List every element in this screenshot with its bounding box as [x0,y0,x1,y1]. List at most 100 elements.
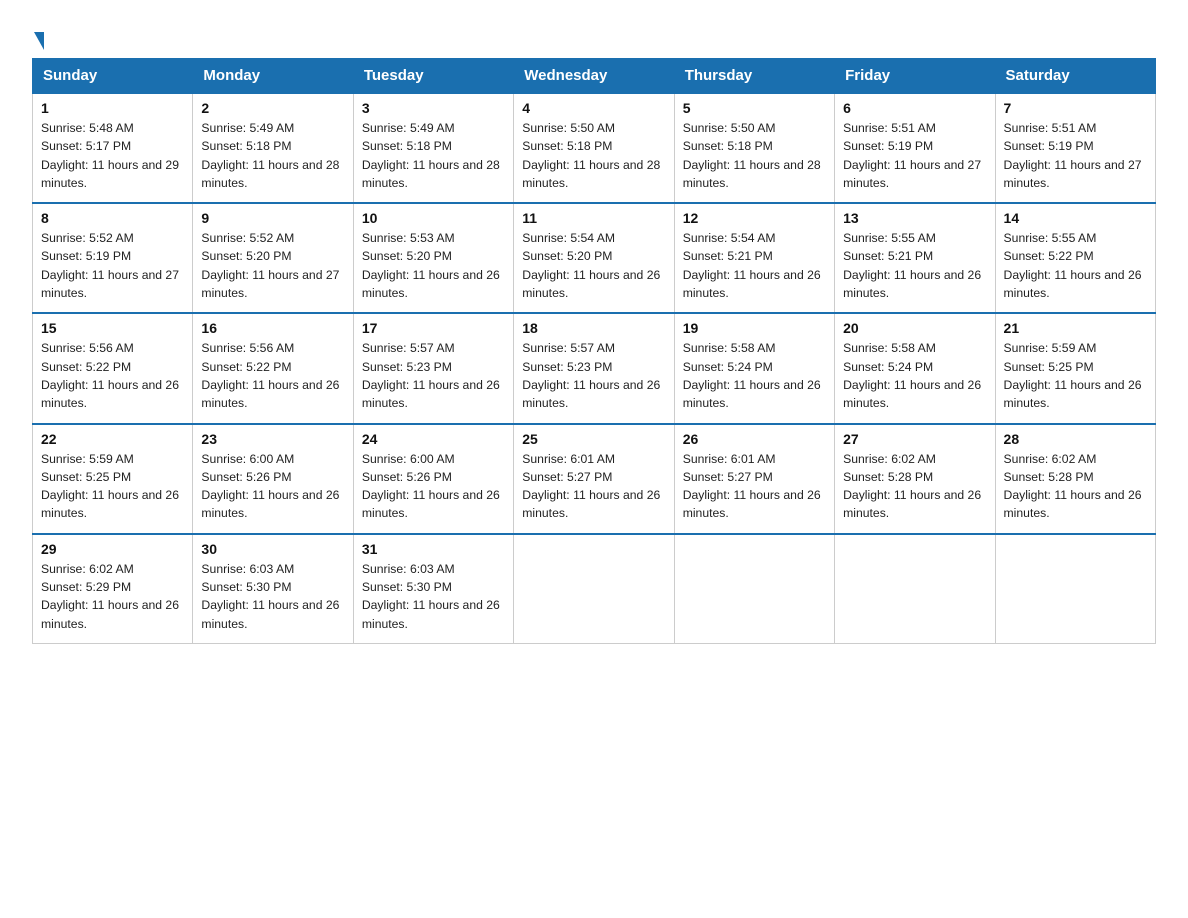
day-info: Sunrise: 6:03 AMSunset: 5:30 PMDaylight:… [362,562,500,631]
day-info: Sunrise: 5:57 AMSunset: 5:23 PMDaylight:… [362,341,500,410]
day-info: Sunrise: 5:51 AMSunset: 5:19 PMDaylight:… [843,121,981,190]
day-number: 26 [683,431,826,447]
day-number: 8 [41,210,184,226]
day-info: Sunrise: 5:56 AMSunset: 5:22 PMDaylight:… [41,341,179,410]
day-number: 12 [683,210,826,226]
day-number: 30 [201,541,344,557]
day-info: Sunrise: 6:01 AMSunset: 5:27 PMDaylight:… [522,452,660,521]
day-info: Sunrise: 6:02 AMSunset: 5:29 PMDaylight:… [41,562,179,631]
calendar-cell: 15 Sunrise: 5:56 AMSunset: 5:22 PMDaylig… [33,313,193,423]
day-number: 5 [683,100,826,116]
day-number: 16 [201,320,344,336]
calendar-week-row: 1 Sunrise: 5:48 AMSunset: 5:17 PMDayligh… [33,93,1156,203]
calendar-cell: 11 Sunrise: 5:54 AMSunset: 5:20 PMDaylig… [514,203,674,313]
calendar-cell: 31 Sunrise: 6:03 AMSunset: 5:30 PMDaylig… [353,534,513,644]
day-number: 9 [201,210,344,226]
day-info: Sunrise: 6:02 AMSunset: 5:28 PMDaylight:… [843,452,981,521]
day-info: Sunrise: 6:01 AMSunset: 5:27 PMDaylight:… [683,452,821,521]
day-info: Sunrise: 5:49 AMSunset: 5:18 PMDaylight:… [362,121,500,190]
day-info: Sunrise: 5:58 AMSunset: 5:24 PMDaylight:… [843,341,981,410]
calendar-cell [835,534,995,644]
day-info: Sunrise: 6:00 AMSunset: 5:26 PMDaylight:… [362,452,500,521]
day-info: Sunrise: 6:00 AMSunset: 5:26 PMDaylight:… [201,452,339,521]
calendar-cell: 30 Sunrise: 6:03 AMSunset: 5:30 PMDaylig… [193,534,353,644]
day-info: Sunrise: 5:54 AMSunset: 5:21 PMDaylight:… [683,231,821,300]
day-number: 7 [1004,100,1147,116]
calendar-cell: 24 Sunrise: 6:00 AMSunset: 5:26 PMDaylig… [353,424,513,534]
calendar-cell: 8 Sunrise: 5:52 AMSunset: 5:19 PMDayligh… [33,203,193,313]
day-number: 6 [843,100,986,116]
day-info: Sunrise: 5:58 AMSunset: 5:24 PMDaylight:… [683,341,821,410]
calendar-cell: 22 Sunrise: 5:59 AMSunset: 5:25 PMDaylig… [33,424,193,534]
day-info: Sunrise: 5:53 AMSunset: 5:20 PMDaylight:… [362,231,500,300]
calendar-week-row: 8 Sunrise: 5:52 AMSunset: 5:19 PMDayligh… [33,203,1156,313]
calendar-table: SundayMondayTuesdayWednesdayThursdayFrid… [32,58,1156,644]
calendar-cell: 5 Sunrise: 5:50 AMSunset: 5:18 PMDayligh… [674,93,834,203]
calendar-cell: 28 Sunrise: 6:02 AMSunset: 5:28 PMDaylig… [995,424,1155,534]
col-header-friday: Friday [835,59,995,94]
day-number: 18 [522,320,665,336]
calendar-cell: 7 Sunrise: 5:51 AMSunset: 5:19 PMDayligh… [995,93,1155,203]
calendar-cell: 6 Sunrise: 5:51 AMSunset: 5:19 PMDayligh… [835,93,995,203]
day-info: Sunrise: 5:51 AMSunset: 5:19 PMDaylight:… [1004,121,1142,190]
day-number: 17 [362,320,505,336]
calendar-cell: 19 Sunrise: 5:58 AMSunset: 5:24 PMDaylig… [674,313,834,423]
day-info: Sunrise: 5:52 AMSunset: 5:19 PMDaylight:… [41,231,179,300]
calendar-cell: 27 Sunrise: 6:02 AMSunset: 5:28 PMDaylig… [835,424,995,534]
day-number: 23 [201,431,344,447]
calendar-cell: 14 Sunrise: 5:55 AMSunset: 5:22 PMDaylig… [995,203,1155,313]
day-number: 11 [522,210,665,226]
calendar-cell: 16 Sunrise: 5:56 AMSunset: 5:22 PMDaylig… [193,313,353,423]
calendar-cell: 26 Sunrise: 6:01 AMSunset: 5:27 PMDaylig… [674,424,834,534]
logo [32,28,44,48]
calendar-week-row: 29 Sunrise: 6:02 AMSunset: 5:29 PMDaylig… [33,534,1156,644]
day-number: 29 [41,541,184,557]
calendar-week-row: 15 Sunrise: 5:56 AMSunset: 5:22 PMDaylig… [33,313,1156,423]
calendar-cell [514,534,674,644]
day-number: 2 [201,100,344,116]
col-header-thursday: Thursday [674,59,834,94]
calendar-cell: 29 Sunrise: 6:02 AMSunset: 5:29 PMDaylig… [33,534,193,644]
col-header-sunday: Sunday [33,59,193,94]
calendar-cell: 25 Sunrise: 6:01 AMSunset: 5:27 PMDaylig… [514,424,674,534]
day-number: 20 [843,320,986,336]
day-number: 15 [41,320,184,336]
calendar-cell: 18 Sunrise: 5:57 AMSunset: 5:23 PMDaylig… [514,313,674,423]
day-number: 25 [522,431,665,447]
day-number: 1 [41,100,184,116]
calendar-cell: 13 Sunrise: 5:55 AMSunset: 5:21 PMDaylig… [835,203,995,313]
calendar-cell: 3 Sunrise: 5:49 AMSunset: 5:18 PMDayligh… [353,93,513,203]
day-number: 4 [522,100,665,116]
calendar-cell [995,534,1155,644]
day-number: 13 [843,210,986,226]
calendar-cell: 1 Sunrise: 5:48 AMSunset: 5:17 PMDayligh… [33,93,193,203]
day-info: Sunrise: 5:56 AMSunset: 5:22 PMDaylight:… [201,341,339,410]
calendar-week-row: 22 Sunrise: 5:59 AMSunset: 5:25 PMDaylig… [33,424,1156,534]
day-info: Sunrise: 5:59 AMSunset: 5:25 PMDaylight:… [1004,341,1142,410]
calendar-cell: 23 Sunrise: 6:00 AMSunset: 5:26 PMDaylig… [193,424,353,534]
calendar-cell: 4 Sunrise: 5:50 AMSunset: 5:18 PMDayligh… [514,93,674,203]
day-info: Sunrise: 5:57 AMSunset: 5:23 PMDaylight:… [522,341,660,410]
day-info: Sunrise: 5:59 AMSunset: 5:25 PMDaylight:… [41,452,179,521]
calendar-cell: 12 Sunrise: 5:54 AMSunset: 5:21 PMDaylig… [674,203,834,313]
day-number: 21 [1004,320,1147,336]
calendar-cell: 2 Sunrise: 5:49 AMSunset: 5:18 PMDayligh… [193,93,353,203]
day-number: 27 [843,431,986,447]
day-info: Sunrise: 5:55 AMSunset: 5:22 PMDaylight:… [1004,231,1142,300]
day-info: Sunrise: 6:02 AMSunset: 5:28 PMDaylight:… [1004,452,1142,521]
day-number: 31 [362,541,505,557]
calendar-cell: 9 Sunrise: 5:52 AMSunset: 5:20 PMDayligh… [193,203,353,313]
col-header-monday: Monday [193,59,353,94]
day-info: Sunrise: 5:50 AMSunset: 5:18 PMDaylight:… [522,121,660,190]
calendar-cell: 17 Sunrise: 5:57 AMSunset: 5:23 PMDaylig… [353,313,513,423]
day-number: 22 [41,431,184,447]
calendar-cell: 10 Sunrise: 5:53 AMSunset: 5:20 PMDaylig… [353,203,513,313]
day-info: Sunrise: 5:55 AMSunset: 5:21 PMDaylight:… [843,231,981,300]
day-number: 14 [1004,210,1147,226]
logo-arrow-icon [34,32,44,50]
day-number: 19 [683,320,826,336]
day-info: Sunrise: 5:52 AMSunset: 5:20 PMDaylight:… [201,231,339,300]
day-info: Sunrise: 5:50 AMSunset: 5:18 PMDaylight:… [683,121,821,190]
day-number: 3 [362,100,505,116]
calendar-header-row: SundayMondayTuesdayWednesdayThursdayFrid… [33,59,1156,94]
